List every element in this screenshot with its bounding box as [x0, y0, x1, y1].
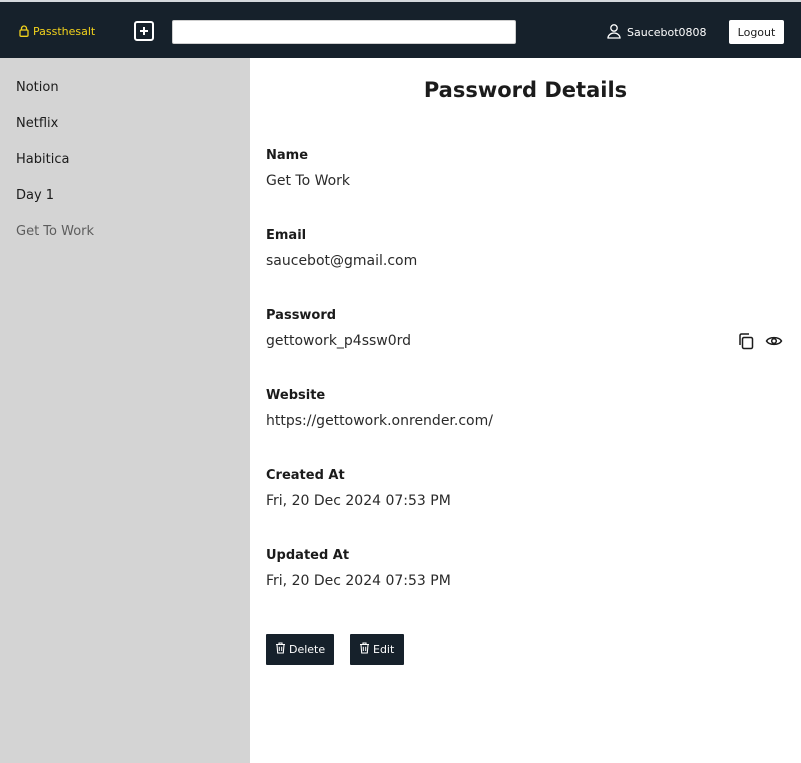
sidebar-item-get-to-work[interactable]: Get To Work [16, 224, 94, 239]
delete-label: Delete [289, 643, 326, 656]
delete-button[interactable]: Delete [266, 634, 334, 665]
page-title: Password Details [423, 78, 628, 102]
password-details-panel: Password Details Name Get To Work Email … [250, 58, 801, 763]
eye-icon [765, 332, 783, 353]
sidebar-item-day-1[interactable]: Day 1 [16, 188, 54, 203]
user-profile[interactable]: Saucebot0808 [606, 22, 707, 42]
name-value: Get To Work [266, 173, 351, 189]
add-password-button[interactable] [134, 21, 154, 41]
username-label: Saucebot0808 [627, 25, 707, 39]
email-value: saucebot@gmail.com [266, 253, 418, 269]
sidebar-item-netflix[interactable]: Netflix [16, 116, 58, 131]
website-label: Website [266, 388, 326, 403]
edit-label: Edit [373, 643, 395, 656]
sidebar-item-habitica[interactable]: Habitica [16, 152, 69, 167]
trash-icon [359, 642, 370, 657]
created-at-label: Created At [266, 468, 345, 483]
password-label: Password [266, 308, 337, 323]
copy-password-button[interactable] [736, 332, 756, 352]
updated-at-label: Updated At [266, 548, 350, 563]
password-value: gettowork_p4ssw0rd [266, 333, 412, 349]
website-value[interactable]: https://gettowork.onrender.com/ [266, 413, 493, 429]
updated-at-value: Fri, 20 Dec 2024 07:53 PM [266, 573, 451, 589]
brand-name: Passthesalt [33, 24, 96, 38]
lock-icon [19, 25, 29, 37]
sidebar: Notion Netflix Habitica Day 1 Get To Wor… [0, 58, 250, 763]
copy-icon [737, 332, 755, 353]
user-icon [606, 23, 622, 42]
email-label: Email [266, 228, 307, 243]
brand-link[interactable]: Passthesalt [19, 24, 95, 38]
created-at-value: Fri, 20 Dec 2024 07:53 PM [266, 493, 451, 509]
sidebar-item-notion[interactable]: Notion [16, 80, 59, 95]
plus-square-icon [139, 24, 149, 39]
name-label: Name [266, 148, 309, 163]
logout-button[interactable]: Logout [729, 20, 784, 44]
top-navbar: Passthesalt Saucebot0808 Logout [0, 0, 801, 58]
edit-button[interactable]: Edit [350, 634, 404, 665]
trash-icon [275, 642, 286, 657]
reveal-password-button[interactable] [764, 332, 784, 352]
search-input[interactable] [172, 20, 516, 44]
